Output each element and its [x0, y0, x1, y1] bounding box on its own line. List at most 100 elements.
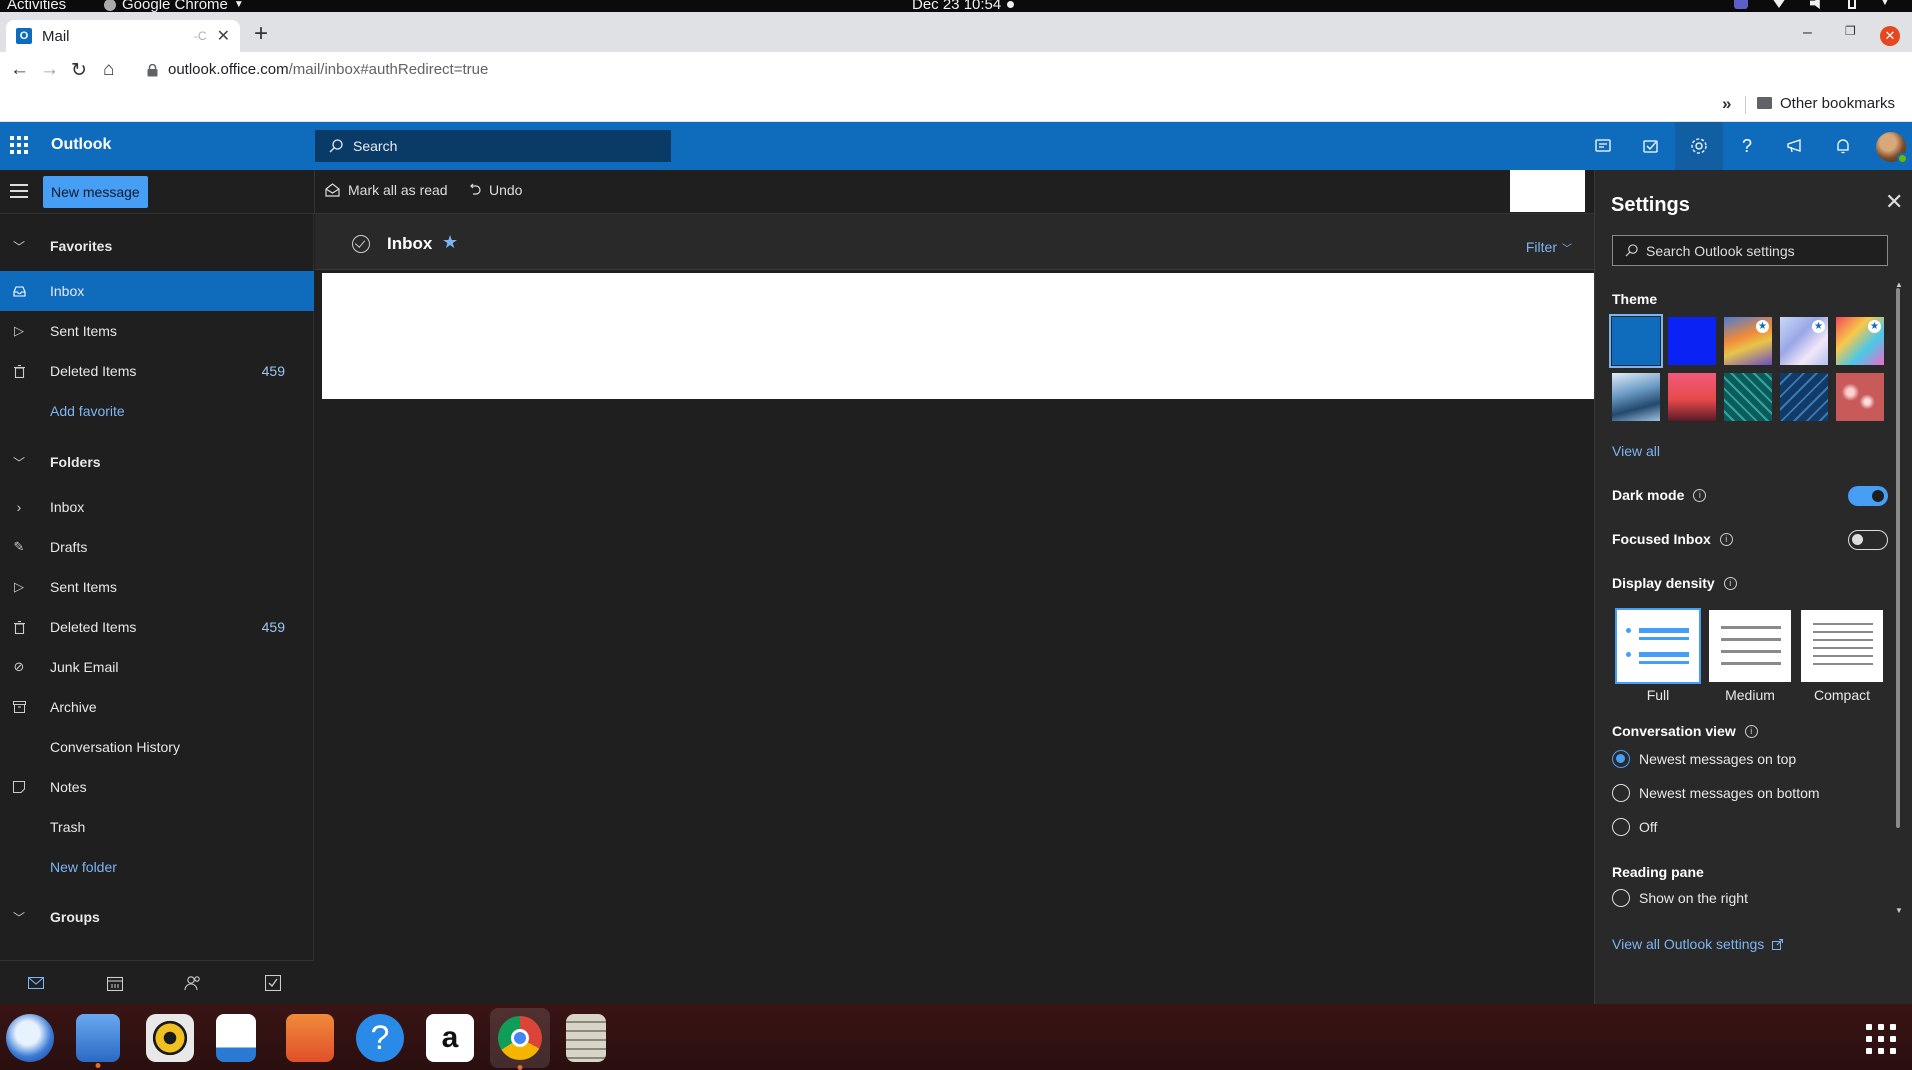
view-all-settings-label: View all Outlook settings	[1612, 936, 1765, 952]
theme-swatch-blue[interactable]	[1609, 314, 1663, 368]
conversation-newest-top-option[interactable]: Newest messages on top	[1612, 750, 1796, 768]
other-bookmarks-link[interactable]: Other bookmarks	[1780, 95, 1895, 112]
folder-inbox[interactable]: › Inbox	[0, 487, 314, 527]
favorites-header[interactable]: ﹀ Favorites	[0, 226, 314, 266]
focused-inbox-toggle[interactable]	[1848, 530, 1888, 550]
writer-icon[interactable]	[216, 1014, 256, 1062]
text-editor-icon[interactable]	[566, 1014, 606, 1062]
add-favorite-link[interactable]: Add favorite	[0, 391, 314, 431]
todo-module-icon[interactable]	[263, 973, 283, 993]
folder-notes[interactable]: Notes	[0, 767, 314, 807]
reload-icon[interactable]: ↻	[71, 59, 87, 82]
chrome-dock-item[interactable]	[490, 1008, 550, 1070]
theme-swatch-sunset[interactable]: ★	[1724, 317, 1772, 365]
undo-button[interactable]: Undo	[467, 182, 522, 198]
files-icon[interactable]	[76, 1014, 120, 1068]
favorite-star-icon[interactable]: ★	[442, 232, 458, 253]
theme-swatch-palms[interactable]	[1668, 373, 1716, 421]
theme-swatch-waves[interactable]	[1612, 373, 1660, 421]
theme-swatch-circuit[interactable]	[1724, 373, 1772, 421]
folder-conversation-history[interactable]: Conversation History	[0, 727, 314, 767]
help-app-icon[interactable]: ?	[356, 1014, 404, 1062]
home-icon[interactable]: ⌂	[103, 59, 114, 81]
info-icon[interactable]: i	[1744, 724, 1758, 738]
folder-trash[interactable]: Trash	[0, 807, 314, 847]
window-restore-button[interactable]: ❐	[1845, 24, 1856, 38]
reading-pane-right-option[interactable]: Show on the right	[1612, 889, 1748, 907]
info-icon[interactable]: i	[1719, 532, 1733, 546]
hamburger-menu-icon[interactable]	[10, 184, 28, 198]
software-center-icon[interactable]	[286, 1014, 334, 1062]
theme-swatch-silk[interactable]: ★	[1780, 317, 1828, 365]
folders-header[interactable]: ﹀ Folders	[0, 442, 314, 482]
theme-swatch-rainbow[interactable]: ★	[1836, 317, 1884, 365]
groups-header[interactable]: ﹀ Groups	[0, 897, 314, 937]
browser-tab-mail[interactable]: O Mail -C ✕	[6, 20, 240, 52]
select-all-check-icon[interactable]	[352, 235, 370, 253]
radio-unselected[interactable]	[1612, 784, 1630, 802]
density-medium-option[interactable]	[1709, 610, 1791, 682]
settings-button[interactable]	[1675, 122, 1723, 170]
radio-unselected[interactable]	[1612, 818, 1630, 836]
app-launcher-icon[interactable]	[10, 136, 28, 154]
help-icon: ?	[1741, 135, 1752, 156]
close-icon[interactable]: ✕	[1885, 191, 1903, 213]
folder-drafts[interactable]: ✎ Drafts	[0, 527, 314, 567]
thunderbird-icon[interactable]	[6, 1014, 54, 1062]
notifications-button[interactable]	[1819, 122, 1867, 170]
scroll-down-arrow-icon[interactable]: ▼	[1895, 906, 1903, 915]
new-tab-button[interactable]: +	[254, 22, 268, 46]
tab-close-icon[interactable]: ✕	[217, 26, 230, 46]
search-box[interactable]: Search	[315, 130, 671, 162]
rhythmbox-icon[interactable]	[146, 1014, 194, 1062]
folder-junk-email[interactable]: ⊘ Junk Email	[0, 647, 314, 687]
settings-scrollbar-thumb[interactable]	[1896, 288, 1900, 828]
avatar[interactable]	[1876, 132, 1908, 164]
lock-icon[interactable]	[147, 64, 158, 77]
conversation-off-option[interactable]: Off	[1612, 818, 1657, 836]
chevron-right-icon[interactable]: ›	[12, 499, 26, 515]
theme-swatch-lines[interactable]	[1780, 373, 1828, 421]
outlook-brand[interactable]: Outlook	[51, 136, 111, 154]
window-minimize-button[interactable]: –	[1803, 24, 1812, 42]
radio-unselected[interactable]	[1612, 889, 1630, 907]
settings-search-input[interactable]: Search Outlook settings	[1612, 235, 1888, 266]
theme-swatch-bokeh[interactable]	[1836, 373, 1884, 421]
meet-now-button[interactable]	[1627, 122, 1675, 170]
density-full-option[interactable]	[1615, 608, 1701, 684]
folder-label: Archive	[50, 699, 97, 715]
favorite-deleted-items[interactable]: Deleted Items 459	[0, 351, 314, 391]
calendar-module-icon[interactable]	[105, 973, 125, 993]
conversation-newest-bottom-option[interactable]: Newest messages on bottom	[1612, 784, 1820, 802]
help-button[interactable]: ?	[1723, 122, 1771, 170]
mail-module-icon[interactable]	[26, 973, 46, 993]
forward-arrow-icon[interactable]: →	[40, 59, 59, 81]
favorite-sent-items[interactable]: ▷ Sent Items	[0, 311, 314, 351]
people-module-icon[interactable]	[183, 973, 203, 993]
folder-archive[interactable]: Archive	[0, 687, 314, 727]
radio-selected[interactable]	[1612, 750, 1630, 768]
show-applications-icon[interactable]	[1866, 1024, 1896, 1054]
filter-button[interactable]: Filter ﹀	[1526, 239, 1572, 255]
amazon-icon[interactable]: a	[426, 1014, 474, 1062]
favorite-inbox[interactable]: Inbox	[0, 271, 314, 311]
info-icon[interactable]: i	[1723, 576, 1737, 590]
view-all-settings-link[interactable]: View all Outlook settings	[1612, 936, 1784, 952]
bookmarks-overflow-button[interactable]: »	[1722, 94, 1731, 114]
window-close-button[interactable]: ✕	[1880, 26, 1900, 46]
new-message-button[interactable]: New message	[43, 176, 148, 208]
my-day-button[interactable]	[1579, 122, 1627, 170]
folder-deleted-items[interactable]: Deleted Items 459	[0, 607, 314, 647]
view-all-themes-link[interactable]: View all	[1612, 443, 1660, 459]
dark-mode-toggle[interactable]	[1848, 486, 1888, 506]
new-folder-link[interactable]: New folder	[0, 847, 314, 887]
density-compact-option[interactable]	[1801, 610, 1883, 682]
back-arrow-icon[interactable]: ←	[10, 59, 29, 81]
theme-swatch-dark-blue[interactable]	[1668, 317, 1716, 365]
mark-all-read-button[interactable]: Mark all as read	[325, 182, 448, 198]
address-bar[interactable]: outlook.office.com/mail/inbox#authRedire…	[168, 61, 488, 78]
info-icon[interactable]: i	[1693, 488, 1707, 502]
feedback-button[interactable]	[1771, 122, 1819, 170]
system-tray[interactable]: ▼	[1734, 0, 1894, 9]
folder-sent-items[interactable]: ▷ Sent Items	[0, 567, 314, 607]
